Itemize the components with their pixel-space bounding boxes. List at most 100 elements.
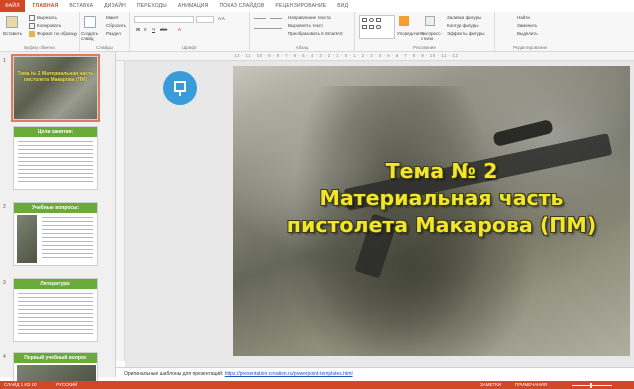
tab-review[interactable]: РЕЦЕНЗИРОВАНИЕ bbox=[275, 3, 326, 9]
tab-animations[interactable]: АНИМАЦИЯ bbox=[178, 3, 209, 9]
notes-toggle-button[interactable]: ЗАМЕТКИ bbox=[480, 382, 501, 387]
font-color-icon[interactable]: A bbox=[178, 27, 181, 32]
shapes-gallery[interactable] bbox=[359, 15, 395, 39]
layout-button[interactable]: Макет bbox=[106, 15, 119, 20]
cut-button[interactable]: Вырезать bbox=[37, 15, 57, 20]
notes-link[interactable]: https://presentation-creation.ru/powerpo… bbox=[225, 371, 353, 377]
slide-thumbnail-2[interactable]: Цели занятия: bbox=[13, 126, 98, 190]
clipboard-group-label: Буфер обмена bbox=[24, 45, 55, 50]
zoom-slider-handle[interactable] bbox=[590, 383, 592, 388]
slide-thumbnail-3[interactable]: Учебные вопросы: bbox=[13, 202, 98, 266]
font-family-select[interactable] bbox=[134, 16, 194, 23]
underline-button[interactable]: Ч bbox=[152, 27, 155, 32]
tab-slideshow[interactable]: ПОКАЗ СЛАЙДОВ bbox=[219, 3, 264, 9]
tab-home[interactable]: ГЛАВНАЯ bbox=[33, 3, 59, 9]
paragraph-group: Направление текста Выровнять текст Преоб… bbox=[250, 12, 355, 52]
slide-title[interactable]: Тема № 2 Материальная часть пистолета Ма… bbox=[253, 158, 630, 239]
notes-text: Оригинальные шаблоны для презентаций: ht… bbox=[124, 371, 353, 377]
slide-title-line-2: Материальная часть bbox=[319, 186, 564, 210]
quick-styles-button[interactable]: Экспресс-стили bbox=[421, 31, 445, 41]
reset-button[interactable]: Сбросить bbox=[106, 23, 126, 28]
presentation-icon bbox=[174, 81, 186, 92]
notes-pane[interactable]: Оригинальные шаблоны для презентаций: ht… bbox=[116, 367, 634, 381]
editing-group-label: Редактирование bbox=[512, 45, 548, 50]
thumb-number: 3 bbox=[3, 280, 6, 286]
thumbnail-title: Цели занятия: bbox=[14, 127, 97, 137]
drawing-group-label: Рисование bbox=[413, 45, 436, 50]
thumbnail-text-lines bbox=[18, 291, 93, 337]
arrange-icon[interactable] bbox=[399, 16, 409, 26]
shape-fill-button[interactable]: Заливка фигуры bbox=[447, 15, 481, 20]
italic-button[interactable]: К bbox=[144, 27, 147, 32]
cut-icon bbox=[29, 15, 35, 21]
align-icon[interactable] bbox=[254, 28, 282, 29]
comments-toggle-button[interactable]: ПРИМЕЧАНИЯ bbox=[515, 382, 547, 387]
text-direction-button[interactable]: Направление текста bbox=[288, 15, 331, 20]
replace-button[interactable]: Заменить bbox=[517, 23, 537, 28]
smartart-button[interactable]: Преобразовать в SmartArt bbox=[288, 31, 343, 36]
font-size-select[interactable] bbox=[196, 16, 214, 23]
thumbnail-photo bbox=[14, 57, 97, 119]
rounded-shape-icon bbox=[376, 25, 381, 29]
paste-icon[interactable] bbox=[6, 16, 18, 28]
tab-file[interactable]: ФАЙЛ bbox=[0, 0, 25, 12]
bold-button[interactable]: Ж bbox=[136, 27, 140, 32]
oval-shape-icon bbox=[369, 18, 374, 22]
format-painter-button[interactable]: Формат по образцу bbox=[37, 31, 77, 36]
horizontal-ruler: 12 · 11 · 10 · 9 · 8 · 7 · 6 · 5 · 4 · 3… bbox=[116, 52, 634, 61]
rectangle-shape-icon bbox=[362, 18, 367, 22]
thumb-number: 2 bbox=[3, 204, 6, 210]
copy-button[interactable]: Копировать bbox=[37, 23, 61, 28]
select-button[interactable]: Выделить bbox=[517, 31, 538, 36]
quick-styles-icon[interactable] bbox=[425, 16, 435, 26]
zoom-slider[interactable] bbox=[572, 385, 612, 386]
slide-title-line-3: пистолета Макарова (ПМ) bbox=[286, 213, 597, 237]
paste-button[interactable]: Вставить bbox=[3, 31, 22, 36]
shape-effects-button[interactable]: Эффекты фигуры bbox=[447, 31, 485, 36]
editing-group: Найти Заменить Выделить Редактирование bbox=[495, 12, 565, 52]
ribbon: Вставить Вырезать Копировать Формат по о… bbox=[0, 12, 634, 52]
strikethrough-button[interactable]: abc bbox=[160, 27, 167, 32]
numbering-icon[interactable] bbox=[270, 18, 282, 19]
thumbnail-title: Тема № 2 Материальная часть пистолета Ма… bbox=[17, 71, 94, 83]
thumbnail-title: Учебные вопросы: bbox=[14, 203, 97, 213]
section-button[interactable]: Раздел bbox=[106, 31, 121, 36]
thumbnail-image bbox=[17, 215, 37, 263]
ribbon-tabs: ФАЙЛ ГЛАВНАЯ ВСТАВКА ДИЗАЙН ПЕРЕХОДЫ АНИ… bbox=[0, 0, 634, 12]
find-button[interactable]: Найти bbox=[517, 15, 530, 20]
bullets-icon[interactable] bbox=[254, 18, 266, 19]
slide-thumbnail-4[interactable]: Литература: bbox=[13, 278, 98, 342]
ruler-numbers: 12 · 11 · 10 · 9 · 8 · 7 · 6 · 5 · 4 · 3… bbox=[234, 53, 459, 58]
slides-group: Создать слайд Макет Сбросить Раздел Слай… bbox=[80, 12, 130, 52]
drawing-group: Упорядочить Экспресс-стили Заливка фигур… bbox=[355, 12, 495, 52]
font-size-grow-icon[interactable]: A A bbox=[218, 16, 225, 21]
presentation-icon-stand bbox=[179, 92, 181, 96]
clipboard-group: Вставить Вырезать Копировать Формат по о… bbox=[0, 12, 80, 52]
main-slide[interactable]: Тема № 2 Материальная часть пистолета Ма… bbox=[233, 66, 630, 356]
thumbnail-title: Первый учебный вопрос bbox=[14, 353, 97, 363]
align-text-button[interactable]: Выровнять текст bbox=[288, 23, 323, 28]
triangle-shape-icon bbox=[362, 25, 367, 29]
slide-thumbnail-1[interactable]: Тема № 2 Материальная часть пистолета Ма… bbox=[11, 54, 100, 122]
thumbnail-image bbox=[17, 365, 96, 381]
line-shape-icon bbox=[369, 25, 374, 29]
slide-thumbnails-pane[interactable]: 1 Тема № 2 Материальная часть пистолета … bbox=[0, 52, 116, 382]
slide-title-line-1: Тема № 2 bbox=[385, 159, 498, 183]
vertical-ruler bbox=[116, 61, 125, 361]
font-group: A A Ж К Ч abc A Шрифт bbox=[130, 12, 250, 52]
new-slide-icon[interactable] bbox=[84, 16, 96, 28]
tab-design[interactable]: ДИЗАЙН bbox=[104, 3, 126, 9]
tab-view[interactable]: ВИД bbox=[337, 3, 348, 9]
language-indicator[interactable]: РУССКИЙ bbox=[56, 382, 77, 387]
tab-transitions[interactable]: ПЕРЕХОДЫ bbox=[137, 3, 167, 9]
presentation-mode-button[interactable] bbox=[163, 71, 197, 105]
shape-outline-button[interactable]: Контур фигуры bbox=[447, 23, 478, 28]
arrow-shape-icon bbox=[376, 18, 381, 22]
font-group-label: Шрифт bbox=[182, 45, 197, 50]
thumbnail-text-lines bbox=[42, 215, 93, 261]
new-slide-button[interactable]: Создать слайд bbox=[81, 31, 105, 41]
slide-thumbnail-5[interactable]: Первый учебный вопрос bbox=[13, 352, 98, 382]
arrange-button[interactable]: Упорядочить bbox=[397, 31, 424, 36]
notes-label: Оригинальные шаблоны для презентаций: bbox=[124, 371, 224, 377]
tab-insert[interactable]: ВСТАВКА bbox=[69, 3, 93, 9]
